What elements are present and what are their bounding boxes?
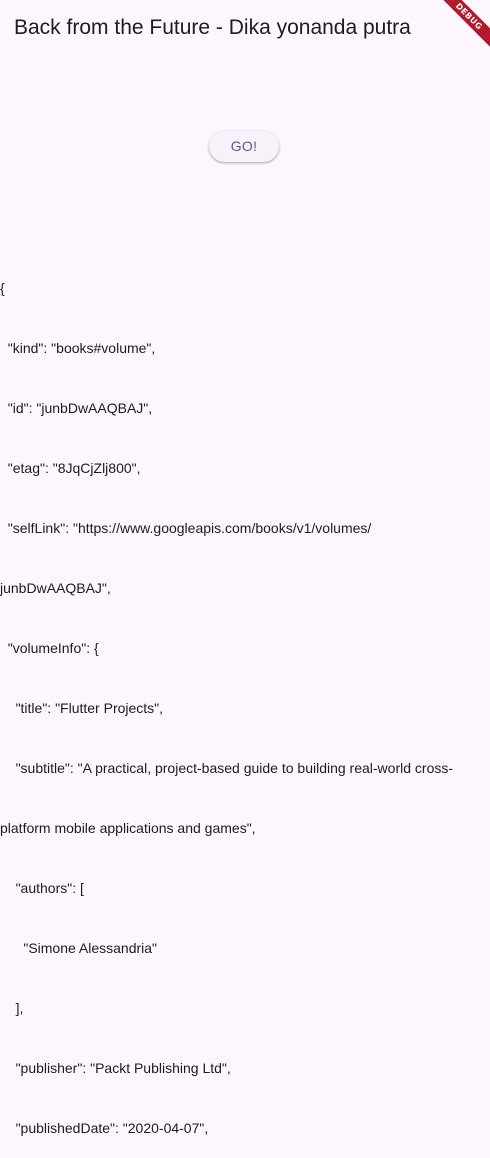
- response-line: junbDwAAQBAJ",: [0, 580, 111, 596]
- response-line: platform mobile applications and games",: [0, 820, 256, 836]
- app-title: Back from the Future - Dika yonanda putr…: [14, 16, 411, 39]
- json-response-text: { "kind": "books#volume", "id": "junbDwA…: [0, 238, 482, 1158]
- response-line: "publishedDate": "2020-04-07",: [0, 1120, 209, 1136]
- response-line: "volumeInfo": {: [0, 640, 99, 656]
- response-line: "authors": [: [0, 880, 84, 896]
- app-bar: Back from the Future - Dika yonanda putr…: [0, 0, 490, 56]
- response-line: {: [0, 280, 5, 296]
- response-line: "Simone Alessandria": [0, 940, 158, 956]
- response-line: ],: [0, 1000, 24, 1016]
- go-button[interactable]: GO!: [209, 131, 279, 162]
- response-line: "etag": "8JqCjZlj800",: [0, 460, 141, 476]
- response-line: "selfLink": "https://www.googleapis.com/…: [0, 520, 372, 536]
- response-line: "subtitle": "A practical, project-based …: [0, 760, 454, 776]
- response-line: "id": "junbDwAAQBAJ",: [0, 400, 153, 416]
- response-line: "kind": "books#volume",: [0, 340, 156, 356]
- response-line: "title": "Flutter Projects",: [0, 700, 164, 716]
- response-line: "publisher": "Packt Publishing Ltd",: [0, 1060, 231, 1076]
